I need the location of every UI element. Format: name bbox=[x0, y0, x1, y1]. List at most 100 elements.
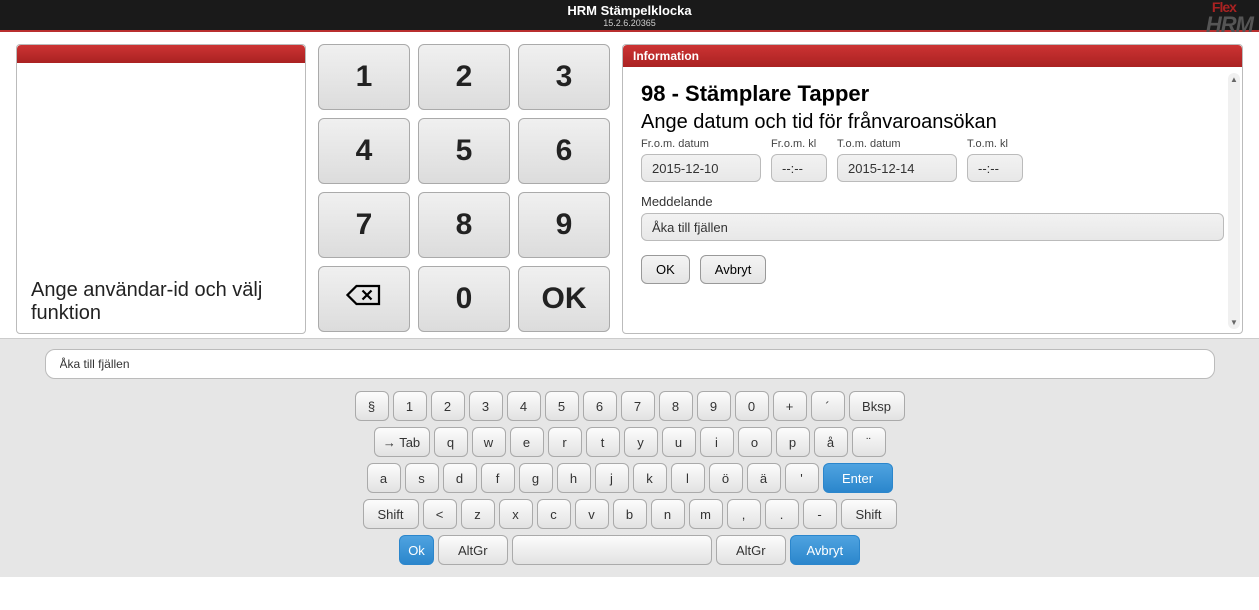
kb-key--[interactable]: - bbox=[803, 499, 837, 529]
kb-key--[interactable]: , bbox=[727, 499, 761, 529]
kb-key--[interactable]: å bbox=[814, 427, 848, 457]
app-title: HRM Stämpelklocka bbox=[0, 0, 1259, 18]
app-header: HRM Stämpelklocka 15.2.6.20365 Flex HRM bbox=[0, 0, 1259, 32]
kb-key-g[interactable]: g bbox=[519, 463, 553, 493]
keypad-2[interactable]: 2 bbox=[418, 44, 510, 110]
kb-key-bksp[interactable]: Bksp bbox=[849, 391, 905, 421]
kb-cancel-button[interactable]: Avbryt bbox=[790, 535, 860, 565]
app-logo: Flex HRM bbox=[1206, 0, 1253, 34]
app-version: 15.2.6.20365 bbox=[0, 18, 1259, 28]
kb-key-6[interactable]: 6 bbox=[583, 391, 617, 421]
logo-bottom: HRM bbox=[1206, 12, 1253, 37]
kb-key-p[interactable]: p bbox=[776, 427, 810, 457]
id-prompt: Ange användar-id och välj funktion bbox=[17, 271, 305, 333]
kb-key-z[interactable]: z bbox=[461, 499, 495, 529]
keypad-0[interactable]: 0 bbox=[418, 266, 510, 332]
id-panel: Ange användar-id och välj funktion bbox=[16, 44, 306, 334]
keypad-4[interactable]: 4 bbox=[318, 118, 410, 184]
kb-key--[interactable]: ¨ bbox=[852, 427, 886, 457]
kb-key--[interactable]: . bbox=[765, 499, 799, 529]
kb-key-enter[interactable]: Enter bbox=[823, 463, 893, 493]
kb-key-0[interactable]: 0 bbox=[735, 391, 769, 421]
keypad-9[interactable]: 9 bbox=[518, 192, 610, 258]
kb-altgr-right[interactable]: AltGr bbox=[716, 535, 786, 565]
kb-key-l[interactable]: l bbox=[671, 463, 705, 493]
kb-key-3[interactable]: 3 bbox=[469, 391, 503, 421]
kb-key-a[interactable]: a bbox=[367, 463, 401, 493]
message-input[interactable]: Åka till fjällen bbox=[641, 213, 1224, 241]
onscreen-keyboard: §1234567890+´Bksp → Tabqwertyuiopå¨ asdf… bbox=[18, 391, 1241, 565]
kb-altgr-left[interactable]: AltGr bbox=[438, 535, 508, 565]
kb-key-t[interactable]: t bbox=[586, 427, 620, 457]
keypad-backspace[interactable] bbox=[318, 266, 410, 332]
kb-key-f[interactable]: f bbox=[481, 463, 515, 493]
kb-key-i[interactable]: i bbox=[700, 427, 734, 457]
info-panel-header: Information bbox=[623, 45, 1242, 67]
kb-key-7[interactable]: 7 bbox=[621, 391, 655, 421]
kb-key-j[interactable]: j bbox=[595, 463, 629, 493]
from-time-input[interactable]: --:-- bbox=[771, 154, 827, 182]
kb-key--[interactable]: ä bbox=[747, 463, 781, 493]
kb-key-4[interactable]: 4 bbox=[507, 391, 541, 421]
info-scrollbar[interactable] bbox=[1228, 73, 1240, 329]
keypad-8[interactable]: 8 bbox=[418, 192, 510, 258]
kb-key-2[interactable]: 2 bbox=[431, 391, 465, 421]
kb-key-h[interactable]: h bbox=[557, 463, 591, 493]
logo-top: Flex bbox=[1212, 0, 1236, 15]
from-date-label: Fr.o.m. datum bbox=[641, 138, 761, 150]
kb-key-b[interactable]: b bbox=[613, 499, 647, 529]
keyboard-text-input[interactable] bbox=[45, 349, 1215, 379]
kb-key-9[interactable]: 9 bbox=[697, 391, 731, 421]
kb-key-n[interactable]: n bbox=[651, 499, 685, 529]
kb-key-e[interactable]: e bbox=[510, 427, 544, 457]
kb-key--[interactable]: ' bbox=[785, 463, 819, 493]
kb-key--[interactable]: ´ bbox=[811, 391, 845, 421]
kb-key-d[interactable]: d bbox=[443, 463, 477, 493]
info-ok-button[interactable]: OK bbox=[641, 255, 690, 284]
kb-key--[interactable]: § bbox=[355, 391, 389, 421]
kb-key-shift[interactable]: Shift bbox=[841, 499, 897, 529]
kb-key-w[interactable]: w bbox=[472, 427, 506, 457]
from-date-input[interactable]: 2015-12-10 bbox=[641, 154, 761, 182]
message-label: Meddelande bbox=[641, 194, 1224, 209]
kb-spacebar[interactable] bbox=[512, 535, 712, 565]
kb-key-x[interactable]: x bbox=[499, 499, 533, 529]
kb-key-q[interactable]: q bbox=[434, 427, 468, 457]
kb-key-1[interactable]: 1 bbox=[393, 391, 427, 421]
keypad-5[interactable]: 5 bbox=[418, 118, 510, 184]
kb-key-5[interactable]: 5 bbox=[545, 391, 579, 421]
to-date-label: T.o.m. datum bbox=[837, 138, 957, 150]
id-panel-header bbox=[17, 45, 305, 63]
user-name: 98 - Stämplare Tapper bbox=[641, 81, 1224, 107]
to-time-label: T.o.m. kl bbox=[967, 138, 1023, 150]
kb-key-k[interactable]: k bbox=[633, 463, 667, 493]
numeric-keypad: 1 2 3 4 5 6 7 8 9 0 OK bbox=[318, 44, 610, 334]
kb-key-8[interactable]: 8 bbox=[659, 391, 693, 421]
backspace-icon bbox=[346, 281, 382, 317]
keypad-1[interactable]: 1 bbox=[318, 44, 410, 110]
kb-key-y[interactable]: y bbox=[624, 427, 658, 457]
to-time-input[interactable]: --:-- bbox=[967, 154, 1023, 182]
keypad-3[interactable]: 3 bbox=[518, 44, 610, 110]
kb-key-shift[interactable]: Shift bbox=[363, 499, 419, 529]
keypad-6[interactable]: 6 bbox=[518, 118, 610, 184]
kb-key--[interactable]: ö bbox=[709, 463, 743, 493]
onscreen-keyboard-area: §1234567890+´Bksp → Tabqwertyuiopå¨ asdf… bbox=[0, 338, 1259, 577]
kb-key-c[interactable]: c bbox=[537, 499, 571, 529]
from-time-label: Fr.o.m. kl bbox=[771, 138, 827, 150]
kb-key--tab[interactable]: → Tab bbox=[374, 427, 430, 457]
kb-key--[interactable]: + bbox=[773, 391, 807, 421]
keypad-ok[interactable]: OK bbox=[518, 266, 610, 332]
kb-key-o[interactable]: o bbox=[738, 427, 772, 457]
kb-key-u[interactable]: u bbox=[662, 427, 696, 457]
to-date-input[interactable]: 2015-12-14 bbox=[837, 154, 957, 182]
instruction-text: Ange datum och tid för frånvaroansökan bbox=[641, 111, 1224, 134]
info-cancel-button[interactable]: Avbryt bbox=[700, 255, 767, 284]
kb-ok-button[interactable]: Ok bbox=[399, 535, 434, 565]
kb-key-v[interactable]: v bbox=[575, 499, 609, 529]
kb-key-s[interactable]: s bbox=[405, 463, 439, 493]
kb-key-r[interactable]: r bbox=[548, 427, 582, 457]
kb-key-m[interactable]: m bbox=[689, 499, 723, 529]
kb-key--[interactable]: < bbox=[423, 499, 457, 529]
keypad-7[interactable]: 7 bbox=[318, 192, 410, 258]
